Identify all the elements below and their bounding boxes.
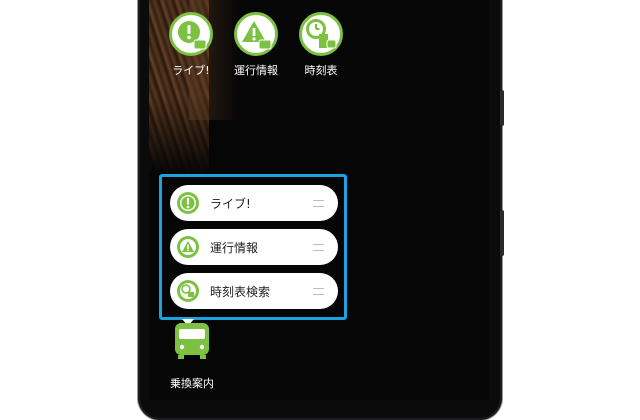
shortcut-timetable-search[interactable]: 時刻表検索 <box>170 273 338 309</box>
drag-handle-icon[interactable] <box>313 288 324 295</box>
warning-train-icon <box>234 12 278 56</box>
train-icon <box>172 321 212 361</box>
warning-icon <box>176 235 200 263</box>
power-button <box>500 90 504 126</box>
app-timetable[interactable]: 時刻表 <box>286 12 356 78</box>
shortcut-live[interactable]: ライブ! <box>170 185 338 221</box>
shortcut-service-info-label: 運行情報 <box>210 241 259 255</box>
app-transfer-guide[interactable]: 乗換案内 <box>160 321 224 391</box>
drag-handle-icon[interactable] <box>313 244 324 251</box>
exclamation-train-icon <box>169 12 213 56</box>
shortcut-service-info[interactable]: 運行情報 <box>170 229 338 265</box>
exclamation-icon <box>176 191 200 219</box>
drag-handle-icon[interactable] <box>313 200 324 207</box>
shortcut-live-label: ライブ! <box>210 197 251 211</box>
app-transfer-guide-label: 乗換案内 <box>170 377 214 390</box>
timetable-icon <box>176 279 200 307</box>
shortcut-popup: ライブ! 運行情報 時刻表検索 <box>159 174 347 320</box>
app-live[interactable]: ライブ! <box>156 12 226 78</box>
app-service-info-label: 運行情報 <box>234 64 278 77</box>
app-service-info[interactable]: 運行情報 <box>221 12 291 78</box>
app-timetable-label: 時刻表 <box>304 64 338 77</box>
app-live-label: ライブ! <box>172 64 210 77</box>
clock-building-train-icon <box>299 12 343 56</box>
shortcut-timetable-search-label: 時刻表検索 <box>210 285 271 299</box>
volume-button <box>500 210 504 256</box>
